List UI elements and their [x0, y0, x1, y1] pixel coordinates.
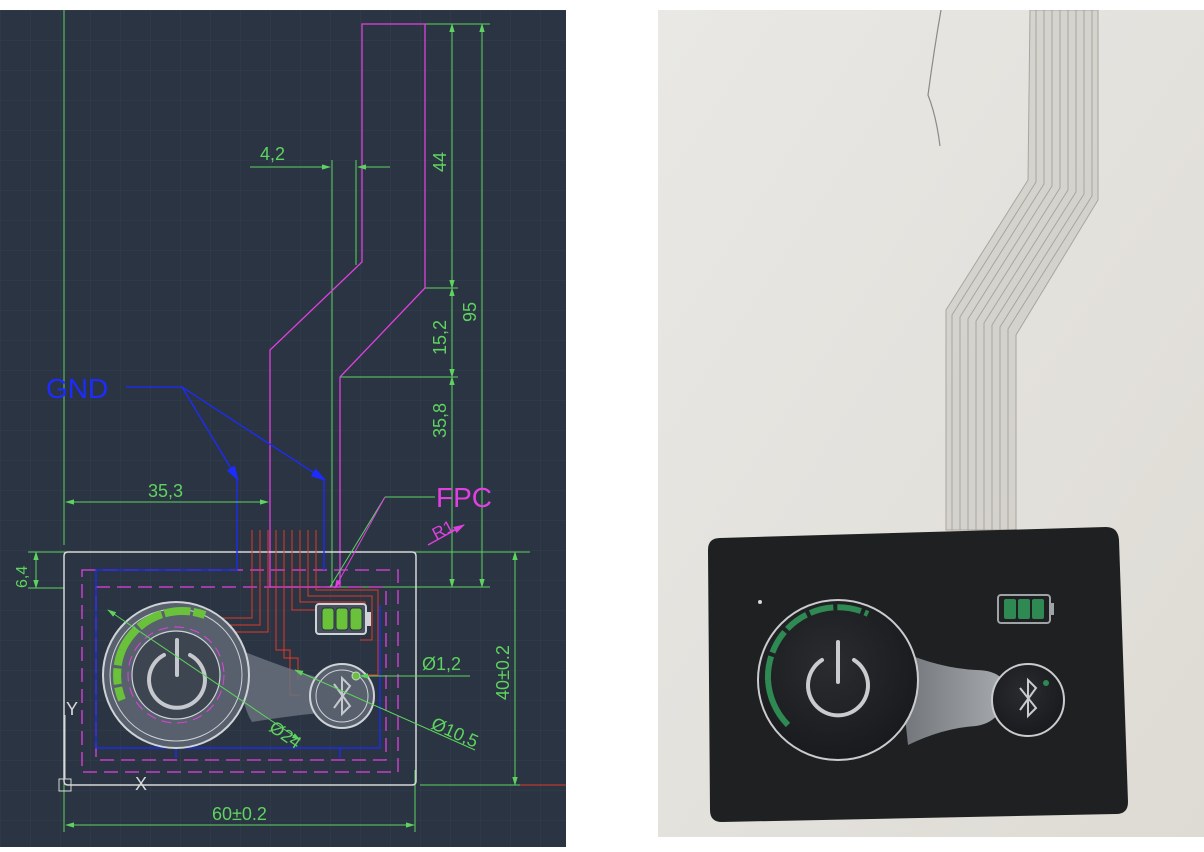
dim-gnd-offset: 35,3: [148, 481, 183, 501]
fpc-label: FPC: [436, 482, 492, 513]
dim-total-height: 95: [460, 302, 480, 322]
product-photo: [658, 9, 1204, 837]
bluetooth-button: [991, 663, 1065, 737]
dim-panel-height: 40±0.2: [493, 645, 513, 700]
axis-x-label: X: [135, 774, 147, 794]
dim-fpc-width: 4,2: [260, 144, 285, 164]
battery-icon: [315, 603, 371, 635]
dim-tail-upper: 44: [430, 152, 450, 172]
power-button: [757, 599, 919, 761]
axis-y-label: Y: [66, 699, 78, 719]
bluetooth-button-drawing: [309, 663, 375, 729]
dim-tail-edge: 6,4: [14, 566, 31, 588]
dim-tail-lower: 35,8: [430, 403, 450, 438]
product-photo-panel: [658, 9, 1204, 837]
dim-led-hole: Ø1,2: [422, 654, 461, 674]
power-button-drawing: [102, 601, 250, 749]
cad-drawing-panel: Y X GND FPC 4,2 44 95 15,2 35,8 35,3 6,4…: [0, 10, 566, 847]
dim-panel-width: 60±0.2: [212, 804, 267, 824]
dust-speck: [758, 600, 762, 604]
dim-tail-bend: 15,2: [430, 320, 450, 355]
gnd-label: GND: [46, 373, 108, 404]
cad-drawing: Y X GND FPC 4,2 44 95 15,2 35,8 35,3 6,4…: [0, 10, 566, 847]
